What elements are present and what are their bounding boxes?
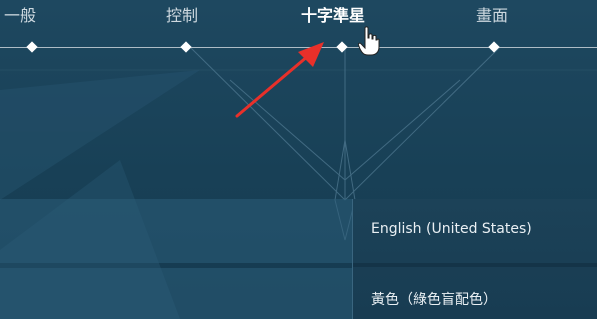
dropdown-option[interactable]: 黃色（綠色盲配色） — [371, 289, 497, 309]
tab-controls[interactable]: 控制 — [166, 4, 198, 28]
tab-general[interactable]: 一般 — [4, 4, 36, 28]
dropdown-list: English (United States) 黃色（綠色盲配色） — [352, 199, 597, 319]
hand-pointer-icon — [358, 26, 380, 56]
tab-track-line — [0, 47, 597, 48]
dropdown-option[interactable]: English (United States) — [371, 221, 532, 237]
dropdown-divider — [353, 263, 597, 267]
tab-crosshair[interactable]: 十字準星 — [301, 4, 365, 28]
tab-video[interactable]: 畫面 — [476, 4, 508, 28]
